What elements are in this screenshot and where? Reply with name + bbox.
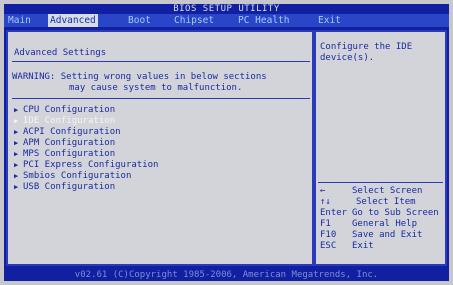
- option-acpi-configuration[interactable]: ▶ ACPI Configuration: [14, 127, 121, 138]
- key-label: ↑↓: [320, 197, 331, 207]
- warning-line-2: may cause system to malfunction.: [69, 83, 243, 93]
- help-panel: Configure the IDE device(s). ← Select Sc…: [314, 30, 447, 266]
- key-label: F10: [320, 230, 337, 240]
- menu-boot[interactable]: Boot: [126, 14, 153, 27]
- submenu-arrow-icon: ▶: [14, 172, 19, 180]
- submenu-arrow-icon: ▶: [14, 128, 19, 136]
- key-label: Enter: [320, 208, 348, 218]
- key-desc: Exit: [352, 241, 374, 251]
- option-pci-express-configuration[interactable]: ▶ PCI Express Configuration: [14, 160, 158, 171]
- submenu-arrow-icon: ▶: [14, 183, 19, 191]
- option-mps-configuration[interactable]: ▶ MPS Configuration: [14, 149, 115, 160]
- help-text: Configure the IDE device(s).: [320, 42, 413, 63]
- key-desc: General Help: [352, 219, 418, 229]
- key-desc: Select Item: [356, 197, 416, 207]
- option-ide-configuration[interactable]: ▶ IDE Configuration: [14, 116, 115, 127]
- key-desc: Save and Exit: [352, 230, 423, 240]
- key-label: ←: [320, 186, 326, 196]
- divider-warning: [12, 98, 310, 99]
- submenu-arrow-icon: ▶: [14, 106, 19, 114]
- menu-bar: Main Advanced Boot Chipset PC Health Exi…: [4, 14, 449, 27]
- bios-screen: BIOS SETUP UTILITY Main Advanced Boot Ch…: [4, 4, 449, 281]
- settings-panel: Advanced Settings WARNING: Setting wrong…: [6, 30, 314, 266]
- bios-title: BIOS SETUP UTILITY: [173, 4, 280, 14]
- key-desc: Select Screen: [352, 186, 423, 196]
- submenu-arrow-icon: ▶: [14, 161, 19, 169]
- key-label: ESC: [320, 241, 337, 251]
- section-title: Advanced Settings: [14, 48, 107, 58]
- option-usb-configuration[interactable]: ▶ USB Configuration: [14, 182, 115, 193]
- menu-exit[interactable]: Exit: [316, 14, 343, 27]
- key-label: F1: [320, 219, 331, 229]
- key-desc: Go to Sub Screen: [352, 208, 439, 218]
- menu-main[interactable]: Main: [6, 14, 33, 27]
- menu-chipset[interactable]: Chipset: [172, 14, 216, 27]
- divider-top: [12, 61, 310, 62]
- option-cpu-configuration[interactable]: ▶ CPU Configuration: [14, 105, 115, 116]
- submenu-arrow-icon: ▶: [14, 139, 19, 147]
- help-divider: [318, 182, 443, 183]
- option-apm-configuration[interactable]: ▶ APM Configuration: [14, 138, 115, 149]
- submenu-arrow-icon: ▶: [14, 150, 19, 158]
- menu-advanced[interactable]: Advanced: [48, 14, 98, 27]
- warning-line-1: WARNING: Setting wrong values in below s…: [12, 72, 267, 82]
- copyright-footer: v02.61 (C)Copyright 1985-2006, American …: [74, 270, 379, 280]
- submenu-arrow-icon: ▶: [14, 117, 19, 125]
- menu-pc-health[interactable]: PC Health: [236, 14, 291, 27]
- option-smbios-configuration[interactable]: ▶ Smbios Configuration: [14, 171, 131, 182]
